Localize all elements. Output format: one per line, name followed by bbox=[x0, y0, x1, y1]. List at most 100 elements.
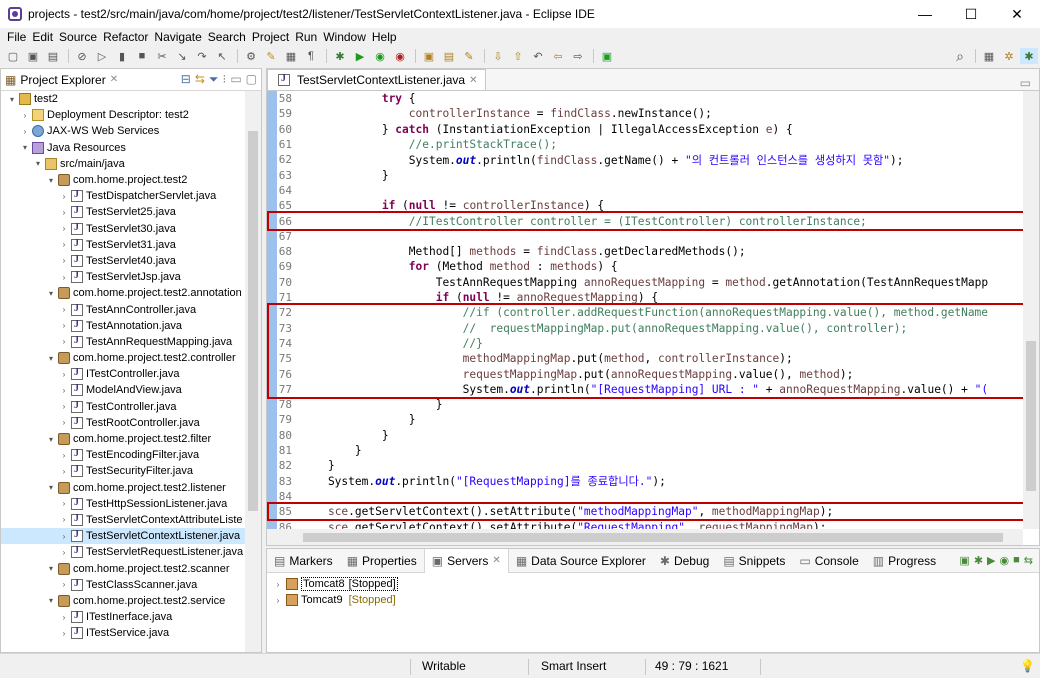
open-perspective-icon[interactable]: ▦ bbox=[980, 48, 998, 64]
minimize-button[interactable]: — bbox=[902, 0, 948, 28]
editor-vertical-scrollbar[interactable] bbox=[1023, 91, 1039, 529]
tab-data-source-explorer[interactable]: ▦ Data Source Explorer bbox=[509, 549, 653, 573]
back-icon[interactable]: ⇦ bbox=[549, 48, 567, 64]
link-editor-icon[interactable]: ⇆ bbox=[195, 72, 205, 87]
code-line[interactable]: 62 System.out.println(findClass.getName(… bbox=[267, 152, 1039, 167]
suspend-icon[interactable]: ▮ bbox=[113, 48, 131, 64]
new-icon[interactable]: ▢ bbox=[4, 48, 22, 64]
collapse-all-icon[interactable]: ⊟ bbox=[181, 72, 191, 87]
code-line[interactable]: 69 for (Method method : methods) { bbox=[267, 259, 1039, 274]
publish-icon[interactable]: ⇆ bbox=[1024, 554, 1033, 567]
tree-item[interactable]: › TestServlet31.java bbox=[1, 237, 245, 253]
tree-item[interactable]: › TestAnnotation.java bbox=[1, 318, 245, 334]
chevron-right-icon[interactable]: › bbox=[59, 548, 69, 557]
tab-properties[interactable]: ▦ Properties bbox=[340, 549, 424, 573]
tree-item[interactable]: › TestController.java bbox=[1, 399, 245, 415]
step-return-icon[interactable]: ↖ bbox=[213, 48, 231, 64]
tab-servers[interactable]: ▣ Servers ✕ bbox=[423, 548, 509, 573]
chevron-right-icon[interactable]: › bbox=[59, 467, 69, 476]
forward-icon[interactable]: ⇨ bbox=[569, 48, 587, 64]
tree-item[interactable]: ▾ com.home.project.test2.scanner bbox=[1, 560, 245, 576]
code-line[interactable]: 66 //ITestController controller = (ITest… bbox=[267, 213, 1039, 228]
chevron-right-icon[interactable]: › bbox=[20, 111, 30, 120]
chevron-down-icon[interactable]: ▾ bbox=[46, 289, 56, 298]
code-line[interactable]: 60 } catch (InstantiationException | Ill… bbox=[267, 122, 1039, 137]
profile-server-icon[interactable]: ◉ bbox=[1000, 554, 1010, 567]
chevron-right-icon[interactable]: › bbox=[59, 515, 69, 524]
chevron-right-icon[interactable]: › bbox=[59, 451, 69, 460]
tree-item[interactable]: › TestRootController.java bbox=[1, 415, 245, 431]
tree-item[interactable]: › TestDispatcherServlet.java bbox=[1, 188, 245, 204]
code-area[interactable]: 58 try {59 controllerInstance = findClas… bbox=[267, 91, 1039, 529]
tree-item[interactable]: ▾ com.home.project.test2.annotation bbox=[1, 285, 245, 301]
tree-item[interactable]: › TestHttpSessionListener.java bbox=[1, 496, 245, 512]
next-annotation-icon[interactable]: ⇩ bbox=[489, 48, 507, 64]
block-selection-icon[interactable]: ▦ bbox=[282, 48, 300, 64]
menu-edit[interactable]: Edit bbox=[29, 30, 56, 44]
prev-annotation-icon[interactable]: ⇧ bbox=[509, 48, 527, 64]
code-line[interactable]: 86 sce.getServletContext().setAttribute(… bbox=[267, 519, 1039, 529]
stop-server-icon[interactable]: ■ bbox=[1013, 554, 1020, 567]
filter-icon[interactable]: ⏷ bbox=[209, 72, 219, 87]
tree-item[interactable]: ▾ Java Resources bbox=[1, 140, 245, 156]
code-line[interactable]: 77 System.out.println("[RequestMapping] … bbox=[267, 382, 1039, 397]
open-type-icon[interactable]: ▤ bbox=[440, 48, 458, 64]
chevron-down-icon[interactable]: ▾ bbox=[46, 564, 56, 573]
code-line[interactable]: 70 TestAnnRequestMapping annoRequestMapp… bbox=[267, 275, 1039, 290]
tree-item[interactable]: › TestServlet25.java bbox=[1, 204, 245, 220]
chevron-right-icon[interactable]: › bbox=[59, 370, 69, 379]
chevron-right-icon[interactable]: › bbox=[20, 127, 30, 136]
tree-item[interactable]: › TestAnnRequestMapping.java bbox=[1, 334, 245, 350]
chevron-right-icon[interactable]: › bbox=[59, 208, 69, 217]
code-line[interactable]: 58 try { bbox=[267, 91, 1039, 106]
tree-item[interactable]: › TestEncodingFilter.java bbox=[1, 447, 245, 463]
chevron-right-icon[interactable]: › bbox=[59, 305, 69, 314]
scrollbar-thumb[interactable] bbox=[248, 131, 258, 511]
code-line[interactable]: 75 methodMappingMap.put(method, controll… bbox=[267, 351, 1039, 366]
tree-item[interactable]: ▾ com.home.project.test2.controller bbox=[1, 350, 245, 366]
chevron-down-icon[interactable]: ▾ bbox=[20, 143, 30, 152]
code-line[interactable]: 79 } bbox=[267, 412, 1039, 427]
tree-item[interactable]: › TestServlet30.java bbox=[1, 221, 245, 237]
editor-horizontal-scrollbar[interactable] bbox=[267, 529, 1023, 545]
chevron-right-icon[interactable]: › bbox=[59, 629, 69, 638]
coverage-icon[interactable]: ◉ bbox=[371, 48, 389, 64]
tree-item[interactable]: › Deployment Descriptor: test2 bbox=[1, 107, 245, 123]
code-line[interactable]: 72 //if (controller.addRequestFunction(a… bbox=[267, 305, 1039, 320]
code-line[interactable]: 76 requestMappingMap.put(annoRequestMapp… bbox=[267, 366, 1039, 381]
tree-item[interactable]: › ITestController.java bbox=[1, 366, 245, 382]
maximize-view-icon[interactable]: ▢ bbox=[246, 72, 257, 87]
view-menu-icon[interactable]: ⁝ bbox=[222, 72, 226, 87]
chevron-right-icon[interactable]: › bbox=[59, 532, 69, 541]
maximize-button[interactable]: ☐ bbox=[948, 0, 994, 28]
chevron-right-icon[interactable]: › bbox=[59, 321, 69, 330]
chevron-down-icon[interactable]: ▾ bbox=[46, 176, 56, 185]
tree-item[interactable]: › ITestService.java bbox=[1, 625, 245, 641]
chevron-right-icon[interactable]: › bbox=[59, 418, 69, 427]
chevron-right-icon[interactable]: › bbox=[273, 596, 283, 605]
toggle-mark-icon[interactable]: ✎ bbox=[262, 48, 280, 64]
tree-item[interactable]: › ITestInerface.java bbox=[1, 609, 245, 625]
tree-item[interactable]: › ModelAndView.java bbox=[1, 382, 245, 398]
java-ee-perspective-icon[interactable]: ✲ bbox=[1000, 48, 1018, 64]
debug-server-icon[interactable]: ✱ bbox=[974, 554, 983, 567]
scrollbar-thumb[interactable] bbox=[303, 533, 1003, 542]
tree-item[interactable]: › TestServletRequestListener.java bbox=[1, 544, 245, 560]
tree-item[interactable]: › TestServletContextListener.java bbox=[1, 528, 245, 545]
chevron-right-icon[interactable]: › bbox=[59, 580, 69, 589]
code-line[interactable]: 65 if (null != controllerInstance) { bbox=[267, 198, 1039, 213]
code-line[interactable]: 84 bbox=[267, 489, 1039, 504]
resume-icon[interactable]: ▷ bbox=[93, 48, 111, 64]
search-icon[interactable]: ⌕ bbox=[951, 48, 969, 64]
menu-source[interactable]: Source bbox=[56, 30, 100, 44]
server-row[interactable]: › Tomcat9 [Stopped] bbox=[267, 592, 1039, 608]
chevron-down-icon[interactable]: ▾ bbox=[7, 95, 17, 104]
skip-breakpoints-icon[interactable]: ⊘ bbox=[73, 48, 91, 64]
chevron-right-icon[interactable]: › bbox=[59, 240, 69, 249]
tree-item[interactable]: ▾ src/main/java bbox=[1, 156, 245, 172]
last-edit-icon[interactable]: ↶ bbox=[529, 48, 547, 64]
project-tree-scrollbar[interactable] bbox=[245, 91, 261, 652]
chevron-right-icon[interactable]: › bbox=[59, 256, 69, 265]
tab-console[interactable]: ▭ Console bbox=[792, 549, 865, 573]
build-icon[interactable]: ⚙ bbox=[242, 48, 260, 64]
